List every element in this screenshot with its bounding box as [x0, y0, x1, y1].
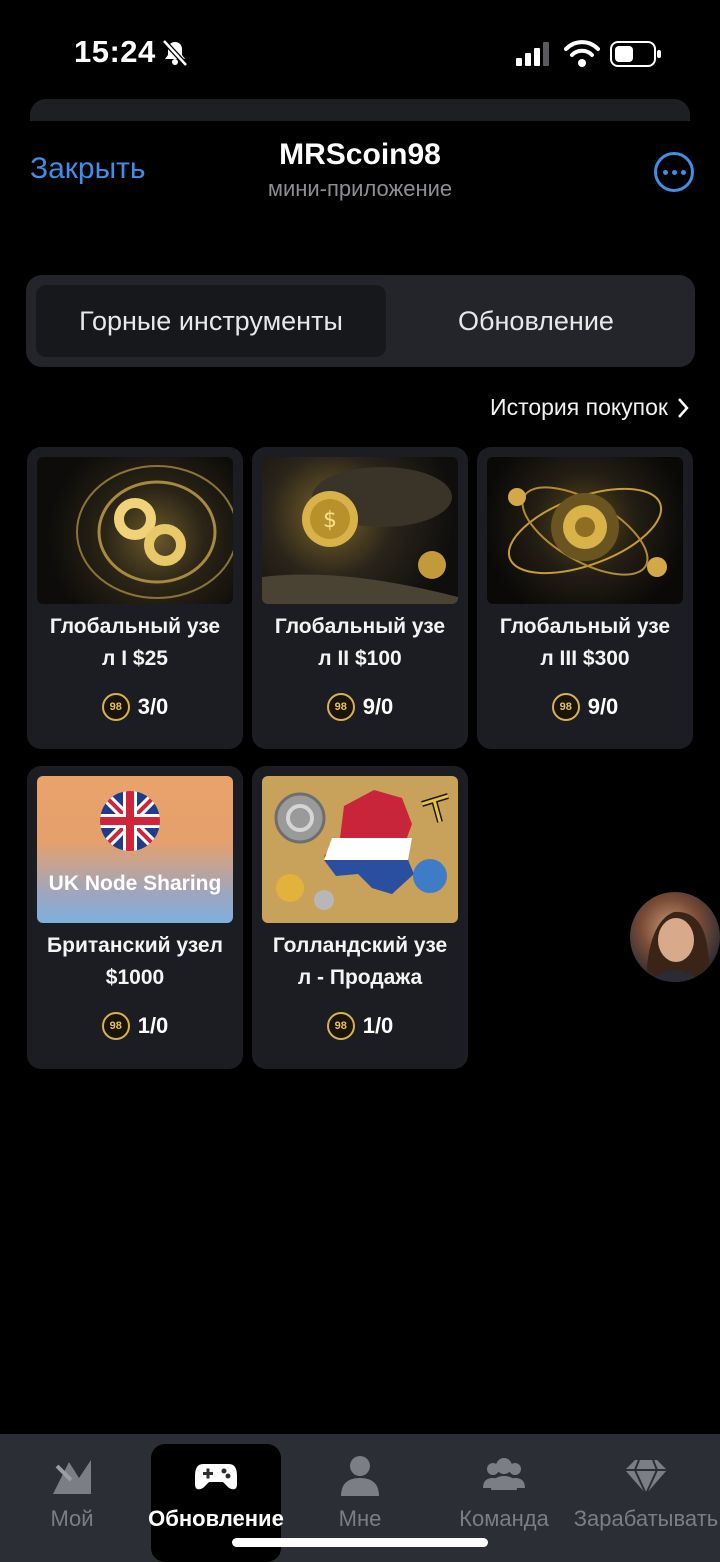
nav-label: Зарабатывать	[573, 1506, 719, 1531]
nav-label: Мой	[50, 1506, 94, 1531]
product-name: Глобальный узе л III $300	[499, 615, 671, 670]
sheet-handle	[30, 99, 690, 121]
product-count-value: 9/0	[362, 694, 394, 719]
coin-icon: 98	[101, 1012, 130, 1040]
product-count: 98 9/0	[477, 693, 693, 721]
product-name: Британский узел $1000	[47, 934, 223, 989]
product-image	[262, 776, 458, 923]
wifi-icon	[564, 40, 600, 67]
coin-icon: 98	[326, 693, 355, 721]
nav-item-earn[interactable]: Зарабатывать	[572, 1434, 720, 1562]
cellular-signal-icon	[516, 42, 549, 66]
product-count: 98 3/0	[27, 693, 243, 721]
bell-off-icon	[162, 39, 188, 67]
product-card-dutch-node[interactable]: Голландский узе л - Продажа 98 1/0	[252, 766, 468, 1069]
more-options-button[interactable]	[654, 152, 694, 192]
app-subtitle: мини-приложение	[267, 176, 453, 201]
coin-icon: 98	[101, 693, 130, 721]
product-count-value: 3/0	[137, 694, 169, 719]
uk-flag-icon	[100, 791, 160, 851]
nav-item-mine[interactable]: Мой	[22, 1434, 122, 1562]
clock: 15:24	[74, 34, 156, 69]
tab-bar: Горные инструменты Обновление	[26, 275, 695, 367]
nav-label: Мне	[338, 1506, 382, 1531]
status-bar: 15:24	[0, 0, 720, 100]
app-title: MRScoin98	[279, 138, 441, 171]
tab-mining-tools[interactable]: Горные инструменты	[36, 285, 386, 357]
product-count: 98 1/0	[27, 1012, 243, 1040]
nav-label: Команда	[459, 1506, 549, 1531]
diamond-icon	[625, 1459, 667, 1497]
product-card-global-node-3[interactable]: Глобальный узе л III $300 98 9/0	[477, 447, 693, 749]
product-name: Глобальный узе л II $100	[274, 615, 446, 670]
support-avatar-button[interactable]	[630, 892, 720, 982]
product-name: Голландский узе л - Продажа	[272, 934, 448, 989]
product-count: 98 9/0	[252, 693, 468, 721]
coin-icon: 98	[326, 1012, 355, 1040]
product-image	[487, 457, 683, 604]
coin-icon: 98	[551, 693, 580, 721]
purchase-history-link[interactable]: История покупок	[490, 394, 690, 421]
product-card-global-node-2[interactable]: $ Глобальный узе л II $100 98 9/0	[252, 447, 468, 749]
purchase-history-label: История покупок	[490, 394, 668, 420]
product-card-global-node-1[interactable]: Глобальный узе л I $25 98 3/0	[27, 447, 243, 749]
mine-icon	[53, 1460, 91, 1494]
battery-icon	[610, 41, 661, 67]
product-count-value: 1/0	[362, 1013, 394, 1038]
team-icon	[483, 1458, 525, 1490]
more-icon	[662, 169, 668, 175]
product-image-caption: UK Node Sharing	[48, 872, 222, 895]
chevron-right-icon	[678, 397, 689, 418]
product-count-value: 1/0	[137, 1013, 169, 1038]
product-image: $	[262, 457, 458, 604]
person-icon	[341, 1456, 379, 1496]
product-card-uk-node[interactable]: UK Node Sharing Британский узел $1000 98…	[27, 766, 243, 1069]
product-name: Глобальный узе л I $25	[49, 615, 221, 670]
product-image: UK Node Sharing	[37, 776, 233, 923]
nav-label: Обновление	[148, 1506, 284, 1531]
tab-upgrade[interactable]: Обновление	[386, 285, 686, 357]
gamepad-icon	[195, 1464, 237, 1490]
product-count-value: 9/0	[587, 694, 619, 719]
product-image	[37, 457, 233, 604]
svg-text:$: $	[323, 508, 337, 533]
product-count: 98 1/0	[252, 1012, 468, 1040]
home-indicator	[232, 1538, 488, 1547]
